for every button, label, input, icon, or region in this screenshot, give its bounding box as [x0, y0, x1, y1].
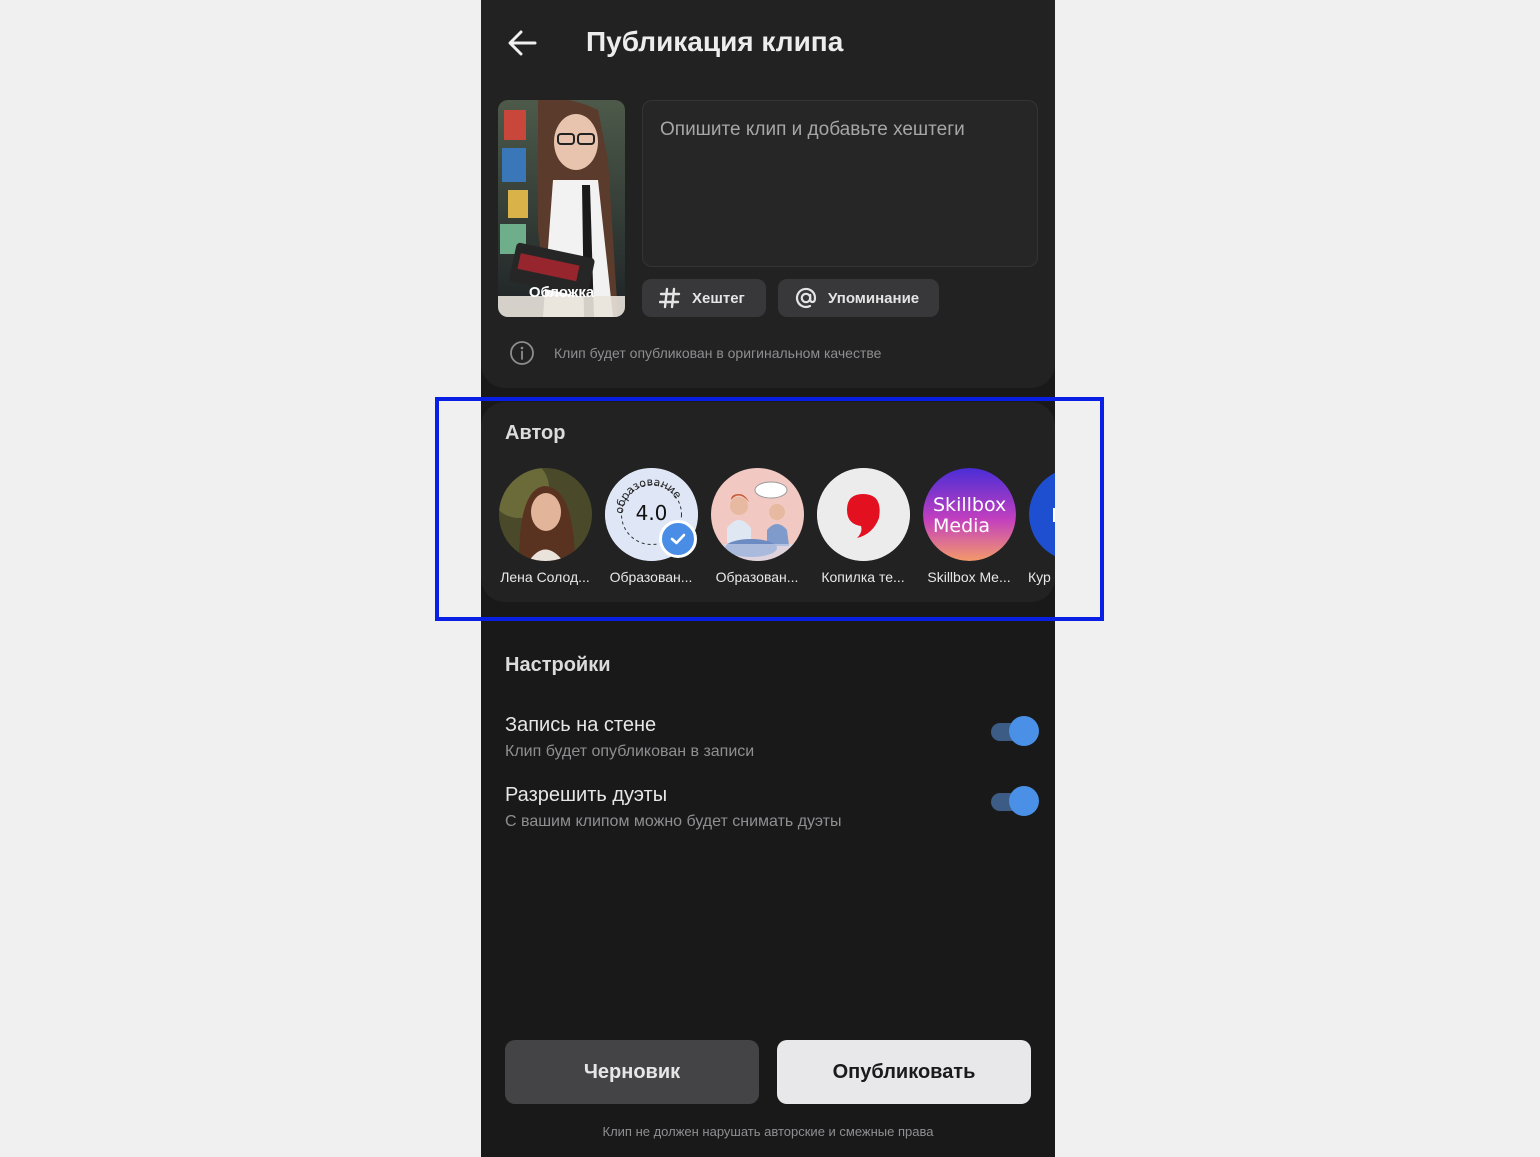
- mention-label: Упоминание: [828, 289, 920, 307]
- page-title: Публикация клипа: [586, 26, 844, 57]
- hash-icon: [658, 286, 682, 310]
- clip-compose-card: Публикация клипа Обложка Опишите клип и …: [481, 0, 1055, 388]
- setting-duets: Разрешить дуэты С вашим клипом можно буд…: [505, 784, 841, 831]
- author-section-highlight: [435, 397, 1104, 621]
- draft-button[interactable]: Черновик: [505, 1040, 759, 1104]
- setting-subtitle: Клип будет опубликован в записи: [505, 743, 755, 760]
- publish-button[interactable]: Опубликовать: [777, 1040, 1031, 1104]
- hashtag-button[interactable]: Хештег: [642, 279, 766, 317]
- at-sign-icon: [794, 286, 818, 310]
- info-icon: [510, 341, 534, 365]
- copyright-footnote: Клип не должен нарушать авторские и смеж…: [602, 1124, 934, 1139]
- settings-title: Настройки: [505, 654, 611, 676]
- quality-note: Клип будет опубликован в оригинальном ка…: [509, 340, 881, 366]
- description-box[interactable]: [642, 100, 1038, 267]
- quality-note-text: Клип будет опубликован в оригинальном ка…: [554, 345, 882, 361]
- cover-thumbnail[interactable]: Обложка: [498, 100, 625, 317]
- duets-toggle[interactable]: [991, 786, 1039, 816]
- toggle-knob: [1009, 716, 1039, 746]
- cover-label: Обложка: [528, 284, 595, 301]
- setting-wall-post: Запись на стене Клип будет опубликован в…: [505, 714, 754, 761]
- back-arrow-icon[interactable]: [505, 26, 539, 60]
- hashtag-label: Хештег: [692, 289, 745, 307]
- mention-button[interactable]: Упоминание: [778, 279, 939, 317]
- setting-title: Разрешить дуэты: [505, 784, 668, 806]
- setting-subtitle: С вашим клипом можно будет снимать дуэты: [505, 813, 842, 830]
- description-input[interactable]: [660, 119, 1020, 248]
- setting-title: Запись на стене: [505, 714, 657, 736]
- toggle-knob: [1009, 786, 1039, 816]
- wall-post-toggle[interactable]: [991, 716, 1039, 746]
